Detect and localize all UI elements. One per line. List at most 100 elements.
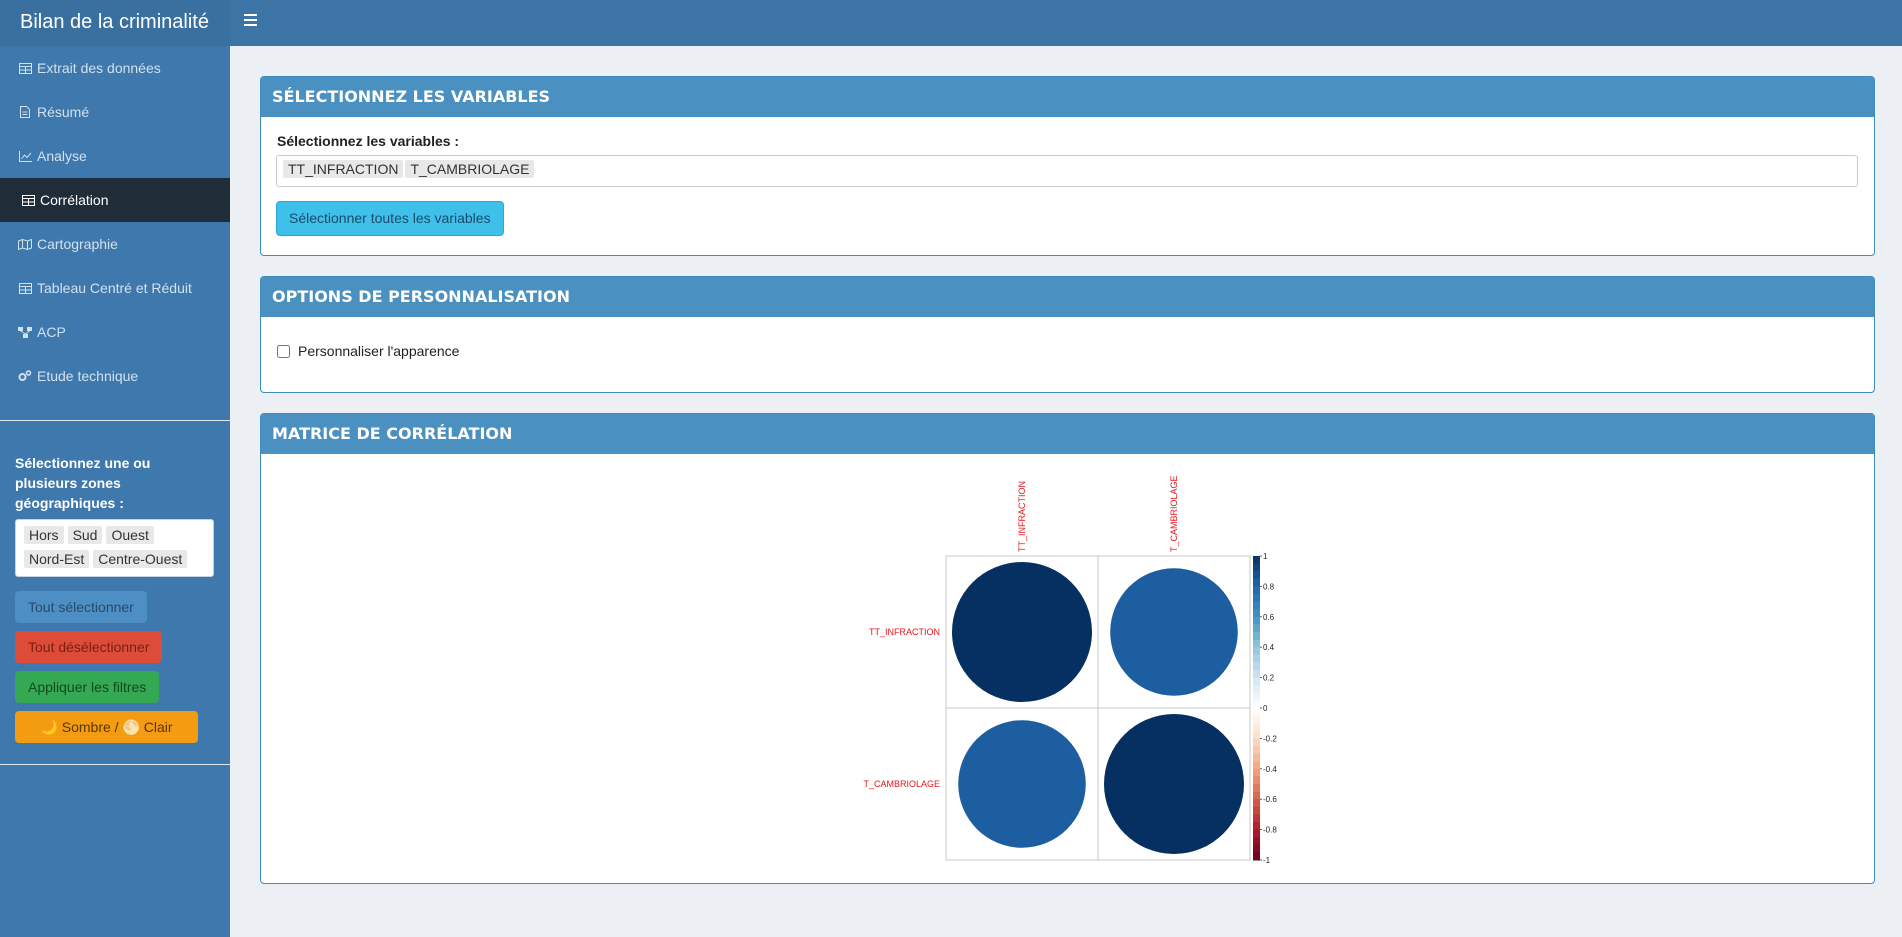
table-icon	[18, 282, 32, 294]
select-all-zones-button[interactable]: Tout sélectionner	[15, 591, 147, 623]
variable-tag[interactable]: TT_INFRACTION	[283, 160, 404, 178]
colorbar-segment	[1253, 761, 1260, 770]
sidebar-item-correlation[interactable]: Corrélation	[0, 178, 230, 222]
colorbar-segment	[1253, 715, 1260, 724]
correlation-circle	[952, 562, 1092, 702]
colorbar-segment	[1253, 708, 1260, 717]
colorbar-tick-label: 1	[1263, 552, 1268, 561]
variable-tag[interactable]: T_CAMBRIOLAGE	[405, 160, 535, 178]
line-chart-icon	[18, 150, 32, 162]
sidebar-item-label: Cartographie	[37, 236, 118, 252]
sidebar-item-analyse[interactable]: Analyse	[0, 134, 230, 178]
colorbar-segment	[1253, 624, 1260, 633]
file-icon	[18, 106, 32, 118]
colorbar-segment	[1253, 753, 1260, 762]
colorbar-segment	[1253, 639, 1260, 648]
customize-appearance-label: Personnaliser l'apparence	[298, 343, 460, 359]
colorbar-segment	[1253, 791, 1260, 800]
variables-multiselect[interactable]: TT_INFRACTION T_CAMBRIOLAGE	[276, 155, 1858, 187]
colorbar-segment	[1253, 822, 1260, 831]
colorbar-segment	[1253, 723, 1260, 732]
correlation-circle	[1104, 714, 1244, 854]
colorbar-segment	[1253, 654, 1260, 663]
colorbar-segment	[1253, 799, 1260, 808]
colorbar-segment	[1253, 571, 1260, 580]
variables-box-header: SÉLECTIONNEZ LES VARIABLES	[261, 77, 1874, 117]
zone-tag[interactable]: Ouest	[106, 526, 154, 544]
colorbar-segment	[1253, 616, 1260, 625]
colorbar-segment	[1253, 852, 1260, 861]
colorbar-tick-label: -0.6	[1263, 795, 1277, 804]
colorbar-segment	[1253, 685, 1260, 694]
table-icon	[18, 62, 32, 74]
colorbar-segment	[1253, 670, 1260, 679]
sidebar-item-etude-technique[interactable]: Etude technique	[0, 354, 230, 398]
colorbar-segment	[1253, 738, 1260, 747]
colorbar-tick-label: 0	[1263, 704, 1268, 713]
colorbar-segment	[1253, 844, 1260, 853]
colorbar-segment	[1253, 837, 1260, 846]
colorbar-tick-label: 0.8	[1263, 582, 1275, 591]
theme-toggle-button[interactable]: 🌙 Sombre / 🌕 Clair	[15, 711, 198, 743]
cogs-icon	[18, 370, 32, 382]
correlation-matrix-header: MATRICE DE CORRÉLATION	[261, 414, 1874, 454]
sitemap-icon	[18, 326, 32, 338]
sidebar-item-tableau-centre-et-reduit[interactable]: Tableau Centré et Réduit	[0, 266, 230, 310]
colorbar-segment	[1253, 563, 1260, 572]
sidebar-item-acp[interactable]: ACP	[0, 310, 230, 354]
colorbar-segment	[1253, 829, 1260, 838]
customize-appearance-checkbox[interactable]	[277, 344, 290, 358]
colorbar-segment	[1253, 677, 1260, 686]
colorbar-tick-label: -0.2	[1263, 734, 1277, 743]
colorbar-tick-label: -1	[1263, 856, 1271, 865]
options-box: OPTIONS DE PERSONNALISATION Personnalise…	[260, 276, 1875, 393]
row-label: T_CAMBRIOLAGE	[863, 779, 940, 789]
sidebar-item-resume[interactable]: Résumé	[0, 90, 230, 134]
app-title: Bilan de la criminalité	[0, 0, 230, 46]
sidebar-item-label: Tableau Centré et Réduit	[37, 280, 192, 296]
colorbar-segment	[1253, 578, 1260, 587]
sidebar-divider-bottom	[0, 764, 230, 765]
sidebar-item-cartographie[interactable]: Cartographie	[0, 222, 230, 266]
sidebar-item-label: Analyse	[37, 148, 87, 164]
colorbar-tick-label: -0.8	[1263, 826, 1277, 835]
colorbar-segment	[1253, 692, 1260, 701]
sidebar-item-extrait-des-donnees[interactable]: Extrait des données	[0, 46, 230, 90]
sidebar-item-label: Corrélation	[40, 192, 109, 208]
variables-label: Sélectionnez les variables :	[277, 133, 460, 149]
customize-appearance-option[interactable]: Personnaliser l'apparence	[277, 343, 1874, 359]
colorbar-tick-label: -0.4	[1263, 765, 1277, 774]
sidebar: Extrait des données Résumé Analyse Corrélat…	[0, 46, 230, 937]
colorbar-segment	[1253, 609, 1260, 618]
colorbar-segment	[1253, 700, 1260, 709]
colorbar-segment	[1253, 776, 1260, 785]
select-all-variables-button[interactable]: Sélectionner toutes les variables	[276, 201, 504, 236]
zone-tag[interactable]: Centre-Ouest	[93, 550, 188, 568]
sidebar-item-label: Etude technique	[37, 368, 139, 384]
colorbar-segment	[1253, 662, 1260, 671]
colorbar-segment	[1253, 594, 1260, 603]
colorbar-segment	[1253, 647, 1260, 656]
colorbar-tick-label: 0.4	[1263, 643, 1275, 652]
zone-tag[interactable]: Sud	[67, 526, 103, 544]
colorbar-segment	[1253, 632, 1260, 641]
correlation-circle	[958, 720, 1086, 848]
sidebar-item-label: ACP	[37, 324, 66, 340]
colorbar-segment	[1253, 556, 1260, 565]
correlation-circle	[1110, 568, 1238, 696]
colorbar-tick-label: 0.6	[1263, 613, 1275, 622]
colorbar-segment	[1253, 586, 1260, 595]
hamburger-menu-icon[interactable]	[244, 14, 257, 26]
zone-tag[interactable]: Hors	[24, 526, 64, 544]
zone-multiselect[interactable]: Hors Sud Ouest Nord-Est Centre-Ouest	[15, 519, 214, 577]
deselect-all-zones-button[interactable]: Tout désélectionner	[15, 631, 163, 663]
zone-tag[interactable]: Nord-Est	[24, 550, 90, 568]
correlation-plot: TT_INFRACTION TT_INFRACTION T_CAMBRIOLAGE T…	[863, 475, 1277, 865]
table-icon	[21, 194, 35, 206]
options-box-header: OPTIONS DE PERSONNALISATION	[261, 277, 1874, 317]
colorbar-tick-label: 0.2	[1263, 674, 1275, 683]
apply-filters-button[interactable]: Appliquer les filtres	[15, 671, 160, 703]
colorbar-segment	[1253, 746, 1260, 755]
colorbar-segment	[1253, 601, 1260, 610]
correlation-matrix-box: MATRICE DE CORRÉLATION TT_INFRACTION TT_I…	[260, 413, 1875, 884]
